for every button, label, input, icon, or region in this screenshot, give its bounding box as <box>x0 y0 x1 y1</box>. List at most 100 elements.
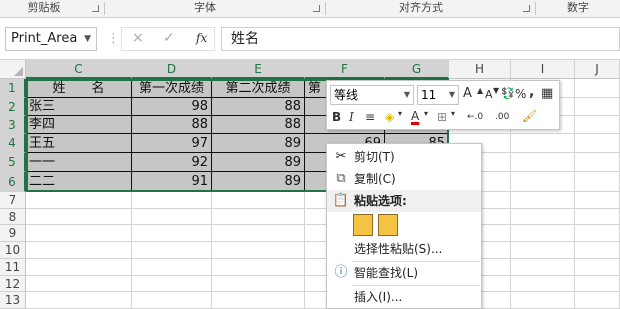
cell-d5[interactable]: 92 <box>132 153 212 172</box>
cell-e3[interactable]: 88 <box>212 116 305 134</box>
menu-item-insert[interactable]: 插入(I)... <box>327 286 481 308</box>
name-box[interactable]: Print_Area ▼ <box>5 27 97 51</box>
menu-item-smart-lookup[interactable]: ⓘ 智能查找(L) <box>327 262 481 284</box>
cell-d10[interactable] <box>132 242 212 259</box>
cell-j9[interactable] <box>575 225 620 242</box>
font-launcher-icon[interactable] <box>313 5 320 12</box>
cell-i10[interactable] <box>511 242 575 259</box>
cell-i7[interactable] <box>511 192 575 209</box>
column-header-j[interactable]: J <box>575 60 620 79</box>
row-header-6[interactable]: 6 <box>0 172 26 192</box>
cell-c10[interactable] <box>26 242 132 259</box>
cell-i5[interactable] <box>511 153 575 172</box>
cell-i8[interactable] <box>511 209 575 225</box>
row-header-5[interactable]: 5 <box>0 153 26 172</box>
clipboard-launcher-icon[interactable] <box>92 5 99 12</box>
chevron-down-icon[interactable]: ▼ <box>84 28 91 50</box>
italic-icon[interactable]: I <box>349 108 354 126</box>
cell-e10[interactable] <box>212 242 305 259</box>
cell-j6[interactable] <box>575 172 620 192</box>
column-header-g[interactable]: G <box>385 60 449 79</box>
cell-d3[interactable]: 88 <box>132 116 212 134</box>
cell-d7[interactable] <box>132 192 212 209</box>
cell-e2[interactable]: 88 <box>212 98 305 116</box>
cell-e4[interactable]: 89 <box>212 134 305 153</box>
cell-e7[interactable] <box>212 192 305 209</box>
cell-j10[interactable] <box>575 242 620 259</box>
cell-d11[interactable] <box>132 259 212 276</box>
paste-icon[interactable] <box>378 214 398 236</box>
row-header-3[interactable]: 3 <box>0 116 26 134</box>
cell-j3[interactable] <box>575 116 620 134</box>
decrease-decimal-icon[interactable]: .00 <box>495 108 509 126</box>
column-header-d[interactable]: D <box>132 60 212 79</box>
cell-d6[interactable]: 91 <box>132 172 212 192</box>
menu-item-cut[interactable]: ✂ 剪切(T) <box>327 146 481 168</box>
cell-e12[interactable] <box>212 276 305 292</box>
insert-function-icon[interactable]: fx <box>196 31 207 45</box>
comma-style-icon[interactable]: , <box>529 83 534 101</box>
row-header-12[interactable]: 12 <box>0 276 26 292</box>
cell-i11[interactable] <box>511 259 575 276</box>
row-header-11[interactable]: 11 <box>0 259 26 276</box>
enter-icon[interactable]: ✓ <box>163 30 175 46</box>
cell-e9[interactable] <box>212 225 305 242</box>
chevron-down-icon[interactable]: ▼ <box>449 86 455 104</box>
cell-e11[interactable] <box>212 259 305 276</box>
cell-c9[interactable] <box>26 225 132 242</box>
cell-j2[interactable] <box>575 98 620 116</box>
font-name-dropdown[interactable]: 等线 ▼ <box>330 85 414 105</box>
menu-item-copy[interactable]: ⧉ 复制(C) <box>327 168 481 190</box>
cell-j11[interactable] <box>575 259 620 276</box>
borders-dropdown-icon[interactable]: ⊞ <box>437 108 447 126</box>
cell-c4[interactable]: 王五 <box>26 134 132 153</box>
cell-d13[interactable] <box>132 292 212 309</box>
cell-c7[interactable] <box>26 192 132 209</box>
cell-d12[interactable] <box>132 276 212 292</box>
font-size-dropdown[interactable]: 11 ▼ <box>417 85 459 105</box>
menu-item-paste-special[interactable]: 选择性粘贴(S)... <box>327 238 481 260</box>
cell-d8[interactable] <box>132 209 212 225</box>
accounting-format-icon[interactable]: 💱 <box>501 85 515 103</box>
font-color-icon[interactable]: A <box>411 107 419 125</box>
cell-e1[interactable]: 第二次成绩 <box>212 79 305 98</box>
cell-c3[interactable]: 李四 <box>26 116 132 134</box>
formula-input[interactable]: 姓名 <box>221 27 620 51</box>
cell-j13[interactable] <box>575 292 620 309</box>
cell-e13[interactable] <box>212 292 305 309</box>
cell-j4[interactable] <box>575 134 620 153</box>
column-header-h[interactable]: H <box>449 60 511 79</box>
fill-color-icon[interactable]: ◈ <box>385 108 394 126</box>
row-header-10[interactable]: 10 <box>0 242 26 259</box>
row-header-1[interactable]: 1 <box>0 79 26 98</box>
cell-i4[interactable] <box>511 134 575 153</box>
chevron-down-icon[interactable]: ▾ <box>398 105 402 123</box>
row-header-13[interactable]: 13 <box>0 292 26 309</box>
bold-icon[interactable]: B <box>332 108 341 126</box>
cell-c2[interactable]: 张三 <box>26 98 132 116</box>
row-header-9[interactable]: 9 <box>0 225 26 242</box>
cell-i6[interactable] <box>511 172 575 192</box>
row-header-4[interactable]: 4 <box>0 134 26 153</box>
cell-d9[interactable] <box>132 225 212 242</box>
cell-c6[interactable]: 二二 <box>26 172 132 192</box>
cell-e5[interactable]: 89 <box>212 153 305 172</box>
chevron-down-icon[interactable]: ▾ <box>424 105 428 123</box>
column-header-f[interactable]: F <box>305 60 385 79</box>
row-header-8[interactable]: 8 <box>0 209 26 225</box>
percent-style-icon[interactable]: % <box>515 85 526 103</box>
cell-d1[interactable]: 第一次成绩 <box>132 79 212 98</box>
cell-c12[interactable] <box>26 276 132 292</box>
cell-j1[interactable] <box>575 79 620 98</box>
paste-formulas-icon[interactable] <box>353 214 373 236</box>
borders-icon[interactable]: ▦ <box>541 85 553 103</box>
cell-c1[interactable]: 姓 名 <box>26 79 132 98</box>
alignment-launcher-icon[interactable] <box>523 5 530 12</box>
cell-i13[interactable] <box>511 292 575 309</box>
cell-e8[interactable] <box>212 209 305 225</box>
cell-j5[interactable] <box>575 153 620 172</box>
chevron-down-icon[interactable]: ▼ <box>404 86 410 104</box>
cell-c5[interactable]: 一一 <box>26 153 132 172</box>
cell-d4[interactable]: 97 <box>132 134 212 153</box>
cancel-icon[interactable]: × <box>132 30 144 46</box>
